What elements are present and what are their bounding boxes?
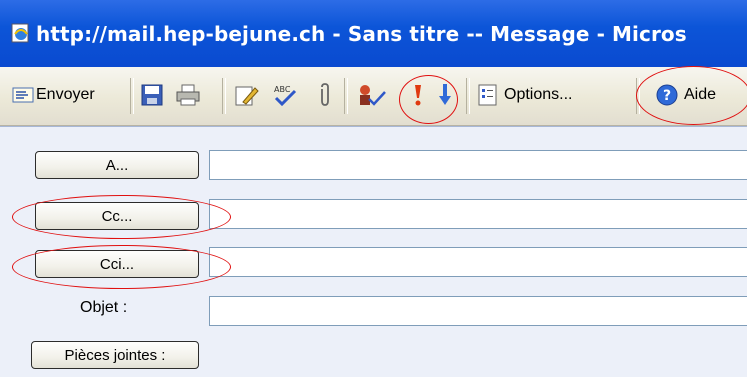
toolbar: Envoyer ABC Options... ? Aide — [0, 67, 747, 126]
cc-field[interactable] — [209, 199, 747, 229]
help-icon: ? — [656, 84, 678, 106]
title-bar: http://mail.hep-bejune.ch - Sans titre -… — [0, 0, 747, 67]
spellcheck-icon: ABC — [274, 85, 297, 107]
save-icon — [141, 84, 163, 106]
check-names-button[interactable] — [357, 79, 387, 111]
high-importance-button[interactable] — [412, 79, 424, 111]
toolbar-separator — [466, 78, 470, 114]
to-button[interactable]: A... — [35, 151, 199, 179]
low-importance-button[interactable] — [439, 79, 451, 111]
subject-label: Objet : — [80, 299, 128, 316]
window-title: http://mail.hep-bejune.ch - Sans titre -… — [36, 22, 687, 46]
options-label: Options... — [504, 86, 573, 103]
bcc-button[interactable]: Cci... — [35, 250, 199, 278]
options-button[interactable]: Options... — [478, 79, 572, 111]
toolbar-separator — [130, 78, 134, 114]
spellcheck-button[interactable]: ABC — [272, 79, 298, 111]
save-button[interactable] — [141, 79, 163, 111]
svg-text:?: ? — [663, 88, 671, 104]
ie-page-icon — [11, 23, 29, 43]
send-icon — [12, 87, 34, 103]
attach-icon — [321, 83, 329, 106]
cc-button[interactable]: Cc... — [35, 202, 199, 230]
edit-icon — [235, 86, 259, 106]
bcc-field[interactable] — [209, 247, 747, 277]
print-button[interactable] — [176, 79, 200, 111]
toolbar-separator — [636, 78, 640, 114]
subject-field[interactable] — [209, 296, 747, 326]
help-button[interactable]: ? Aide — [656, 79, 716, 111]
edit-button[interactable] — [235, 79, 259, 111]
low-importance-icon — [439, 84, 451, 105]
high-importance-icon — [415, 85, 421, 106]
to-field[interactable] — [209, 150, 747, 180]
check-names-icon — [360, 85, 386, 106]
toolbar-separator — [222, 78, 226, 114]
attachments-button[interactable]: Pièces jointes : — [31, 341, 199, 369]
print-icon — [176, 84, 200, 106]
svg-text:ABC: ABC — [274, 85, 291, 94]
send-button[interactable]: Envoyer — [12, 79, 95, 111]
send-label: Envoyer — [36, 86, 95, 103]
help-label: Aide — [684, 86, 717, 103]
options-icon — [478, 84, 497, 106]
toolbar-separator — [344, 78, 348, 114]
attach-button[interactable] — [318, 79, 332, 111]
